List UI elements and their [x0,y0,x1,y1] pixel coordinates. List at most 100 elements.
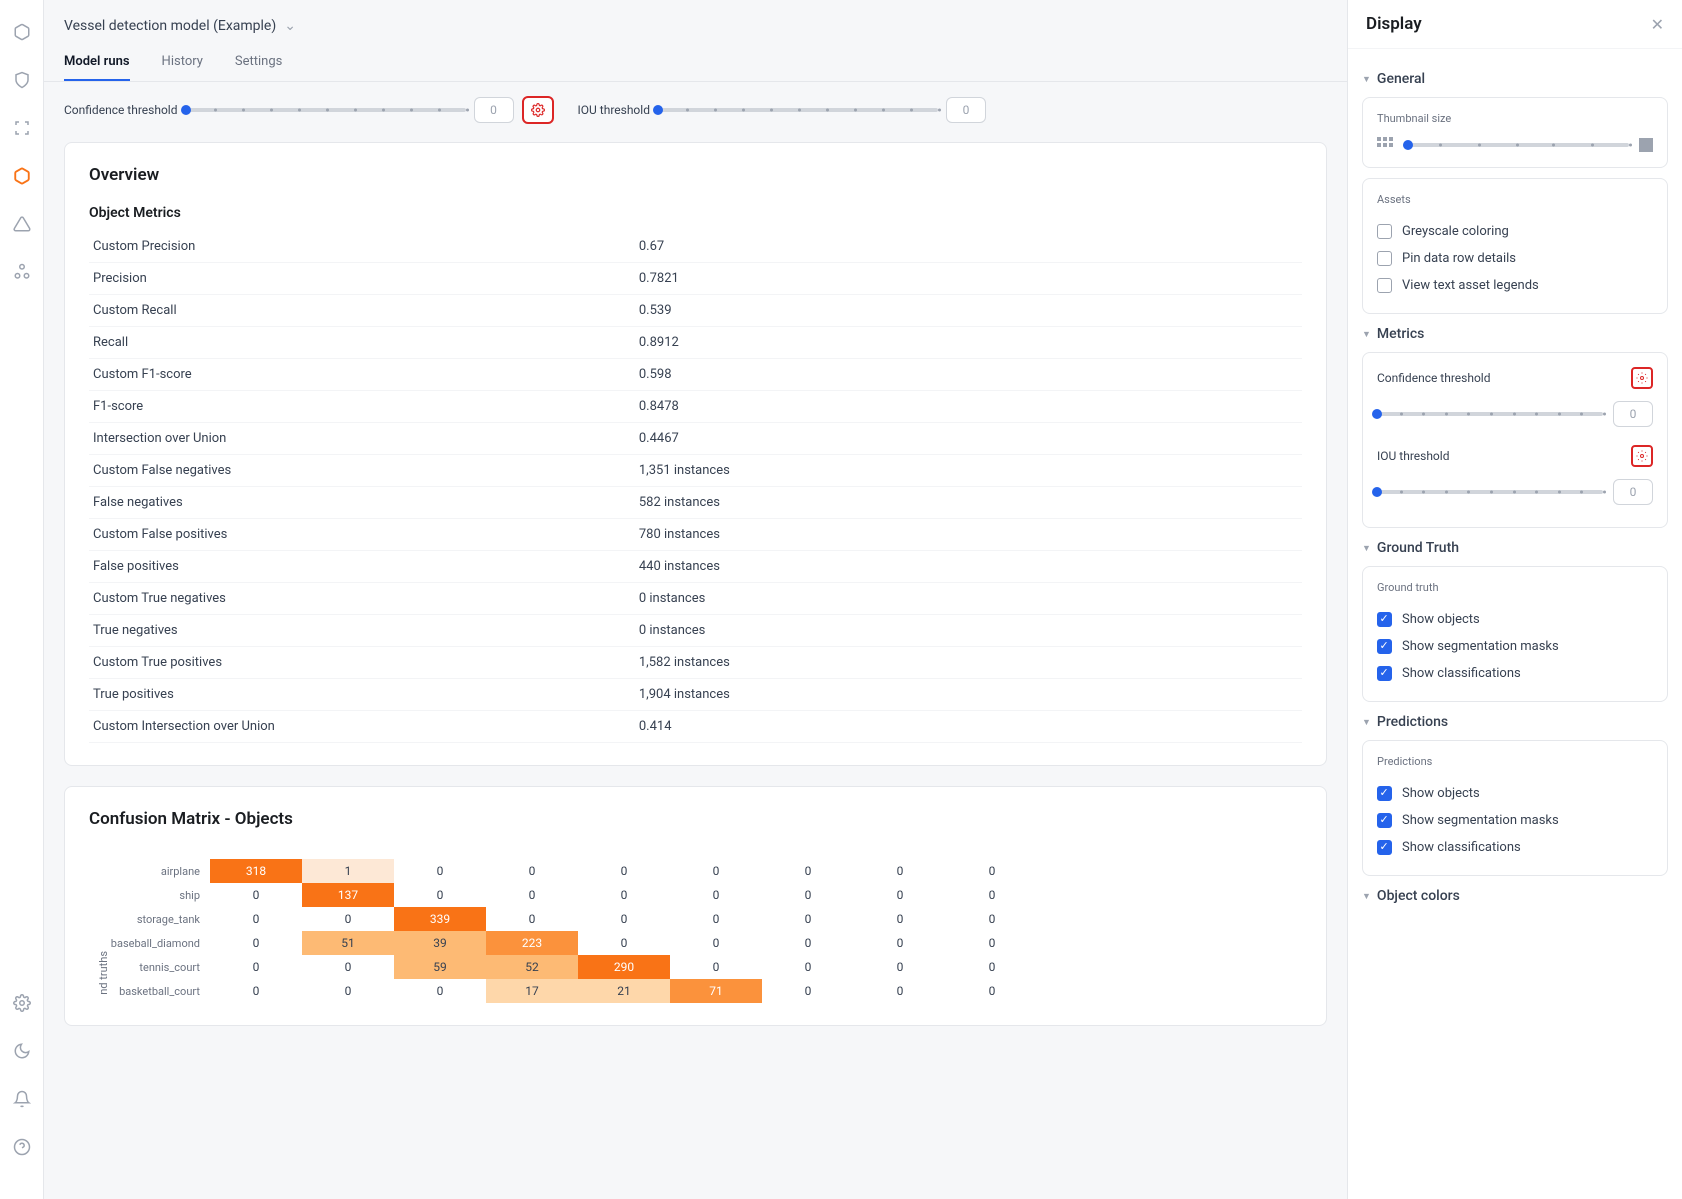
confusion-cell[interactable]: 0 [854,931,946,955]
confusion-cell[interactable]: 1 [302,859,394,883]
side-confidence-slider[interactable] [1377,412,1603,416]
breadcrumb[interactable]: Vessel detection model (Example) ⌄ [64,18,1327,34]
confusion-cell[interactable]: 0 [302,955,394,979]
pred-show-class-checkbox[interactable] [1377,840,1392,855]
confusion-cell[interactable]: 137 [302,883,394,907]
confusion-cell[interactable]: 0 [394,979,486,1003]
confusion-cell[interactable]: 51 [302,931,394,955]
confusion-cell[interactable]: 0 [762,979,854,1003]
confusion-cell[interactable]: 0 [946,955,1038,979]
thumbnail-size-slider[interactable] [1403,143,1629,147]
tab-history[interactable]: History [162,54,203,81]
confusion-cell[interactable]: 0 [762,931,854,955]
bell-icon[interactable] [10,1087,34,1111]
gt-show-objects-checkbox[interactable] [1377,612,1392,627]
metric-value[interactable]: 780 instances [635,519,1302,551]
section-metrics[interactable]: ▼Metrics [1362,326,1668,342]
confusion-cell[interactable]: 0 [670,883,762,907]
side-iou-gear-button[interactable] [1631,445,1653,467]
moon-icon[interactable] [10,1039,34,1063]
shield-icon[interactable] [10,68,34,92]
confidence-gear-button[interactable] [522,96,554,124]
confusion-cell[interactable]: 0 [578,859,670,883]
confusion-cell[interactable]: 0 [210,931,302,955]
confusion-cell[interactable]: 0 [854,907,946,931]
metric-value[interactable]: 582 instances [635,487,1302,519]
confusion-cell[interactable]: 0 [946,979,1038,1003]
confusion-cell[interactable]: 0 [762,955,854,979]
confusion-cell[interactable]: 0 [578,883,670,907]
confusion-cell[interactable]: 0 [854,979,946,1003]
section-general[interactable]: ▼General [1362,71,1668,87]
side-confidence-gear-button[interactable] [1631,367,1653,389]
close-icon[interactable]: ✕ [1651,15,1664,34]
confusion-cell[interactable]: 0 [486,883,578,907]
metric-value[interactable]: 440 instances [635,551,1302,583]
confusion-cell[interactable]: 0 [854,955,946,979]
confusion-cell[interactable]: 0 [762,859,854,883]
greyscale-checkbox[interactable] [1377,224,1392,239]
confusion-cell[interactable]: 0 [946,859,1038,883]
cube-icon[interactable] [10,20,34,44]
confusion-cell[interactable]: 0 [946,883,1038,907]
confusion-cell[interactable]: 0 [302,979,394,1003]
pred-show-objects-checkbox[interactable] [1377,786,1392,801]
section-object-colors[interactable]: ▼Object colors [1362,888,1668,904]
confusion-cell[interactable]: 0 [854,883,946,907]
gt-show-class-checkbox[interactable] [1377,666,1392,681]
confidence-threshold-value[interactable]: 0 [474,97,514,123]
side-iou-value[interactable]: 0 [1613,479,1653,505]
pin-row-checkbox[interactable] [1377,251,1392,266]
confusion-cell[interactable]: 59 [394,955,486,979]
confusion-cell[interactable]: 52 [486,955,578,979]
confusion-cell[interactable]: 21 [578,979,670,1003]
confusion-cell[interactable]: 0 [210,907,302,931]
confusion-cell[interactable]: 0 [486,907,578,931]
confusion-cell[interactable]: 0 [210,883,302,907]
confidence-threshold-slider[interactable] [186,108,466,112]
tab-settings[interactable]: Settings [235,54,282,81]
help-icon[interactable] [10,1135,34,1159]
confusion-cell[interactable]: 0 [670,859,762,883]
pred-show-masks-checkbox[interactable] [1377,813,1392,828]
iou-threshold-slider[interactable] [658,108,938,112]
side-confidence-value[interactable]: 0 [1613,401,1653,427]
confusion-cell[interactable]: 0 [946,931,1038,955]
metric-value[interactable]: 1,351 instances [635,455,1302,487]
confusion-cell[interactable]: 0 [854,859,946,883]
confusion-cell[interactable]: 223 [486,931,578,955]
confusion-cell[interactable]: 0 [578,931,670,955]
confusion-cell[interactable]: 0 [210,979,302,1003]
confusion-cell[interactable]: 0 [762,907,854,931]
confusion-cell[interactable]: 0 [762,883,854,907]
tab-model-runs[interactable]: Model runs [64,54,130,81]
confusion-cell[interactable]: 71 [670,979,762,1003]
metric-value[interactable]: 1,904 instances [635,679,1302,711]
confusion-cell[interactable]: 290 [578,955,670,979]
triangle-icon[interactable] [10,212,34,236]
confusion-cell[interactable]: 0 [394,883,486,907]
section-predictions[interactable]: ▼Predictions [1362,714,1668,730]
confusion-cell[interactable]: 0 [670,931,762,955]
section-ground-truth[interactable]: ▼Ground Truth [1362,540,1668,556]
gt-show-masks-checkbox[interactable] [1377,639,1392,654]
confusion-cell[interactable]: 0 [394,859,486,883]
cluster-icon[interactable] [10,260,34,284]
box-icon[interactable] [10,116,34,140]
confusion-cell[interactable]: 0 [670,907,762,931]
confusion-cell[interactable]: 0 [210,955,302,979]
confusion-cell[interactable]: 39 [394,931,486,955]
metric-value[interactable]: 1,582 instances [635,647,1302,679]
confusion-cell[interactable]: 0 [670,955,762,979]
view-legends-checkbox[interactable] [1377,278,1392,293]
confusion-cell[interactable]: 0 [946,907,1038,931]
confusion-cell[interactable]: 0 [302,907,394,931]
side-iou-slider[interactable] [1377,490,1603,494]
confusion-cell[interactable]: 17 [486,979,578,1003]
iou-threshold-value[interactable]: 0 [946,97,986,123]
confusion-cell[interactable]: 318 [210,859,302,883]
gear-icon[interactable] [10,991,34,1015]
confusion-cell[interactable]: 0 [578,907,670,931]
confusion-cell[interactable]: 339 [394,907,486,931]
confusion-cell[interactable]: 0 [486,859,578,883]
